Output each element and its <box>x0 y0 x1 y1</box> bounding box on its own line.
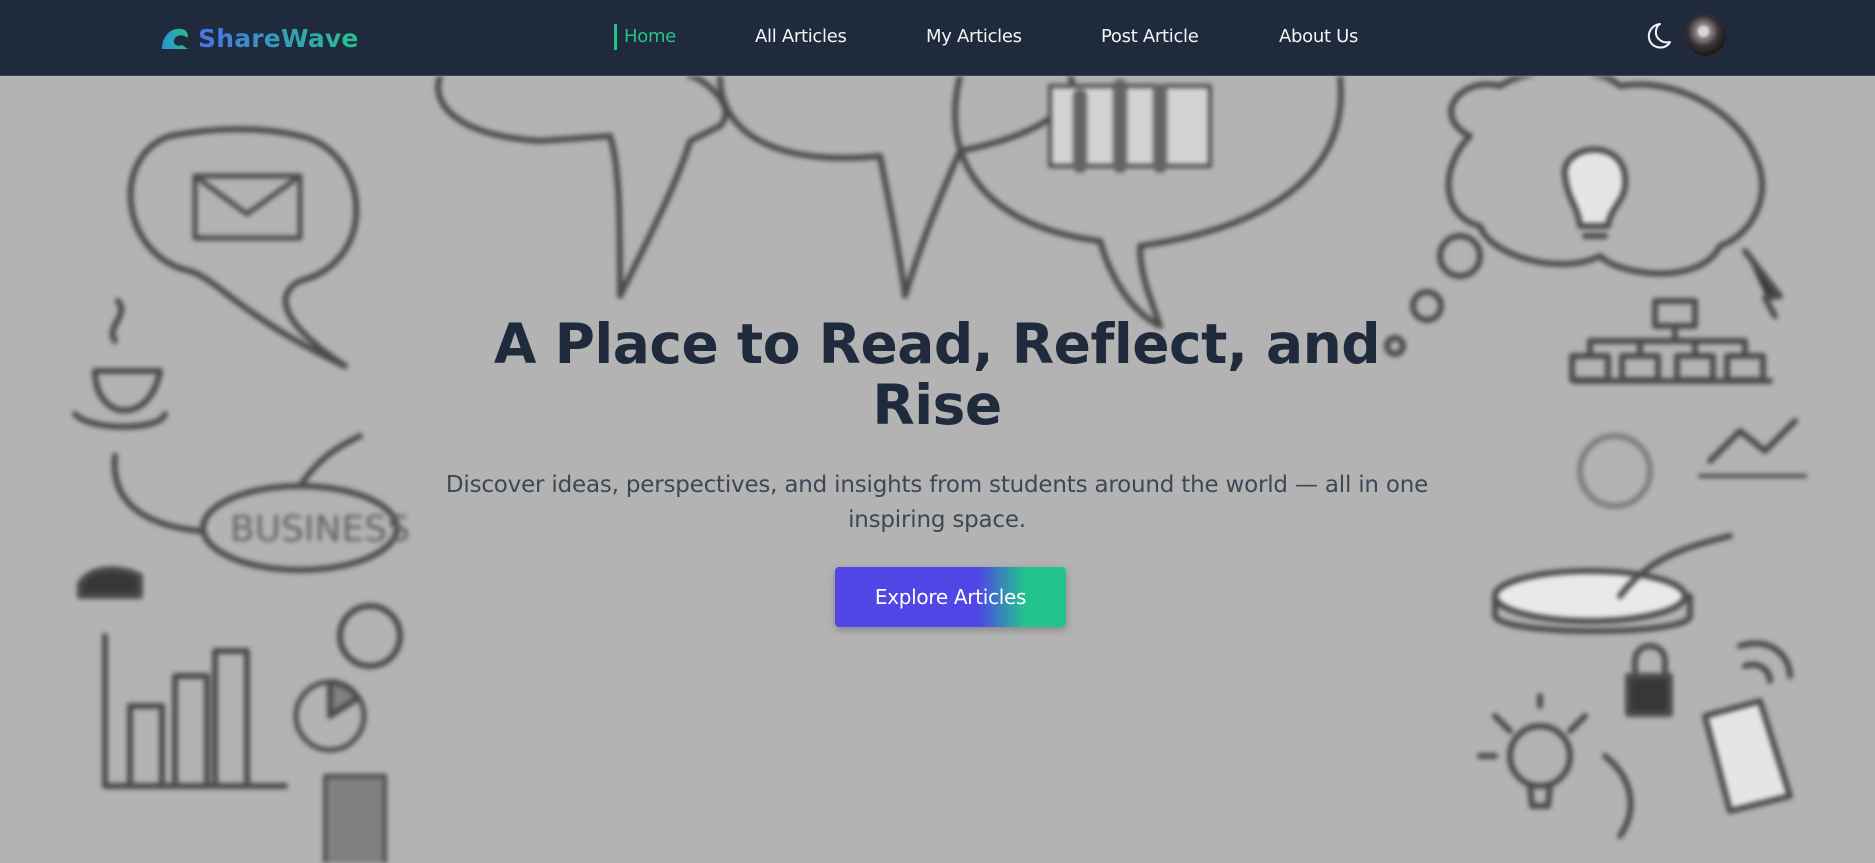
explore-articles-button[interactable]: Explore Articles <box>835 567 1066 627</box>
theme-toggle-button[interactable] <box>1643 20 1673 52</box>
svg-text:BUSINESS: BUSINESS <box>230 509 410 550</box>
nav-my-articles[interactable]: My Articles <box>926 24 1022 50</box>
brand-logo[interactable]: ShareWave <box>160 20 359 56</box>
wave-icon <box>162 28 188 49</box>
top-navbar: ShareWave Home All Articles My Articles … <box>0 0 1875 76</box>
nav-home[interactable]: Home <box>614 24 676 50</box>
brand-name: ShareWave <box>198 23 359 53</box>
hero-subtitle: Discover ideas, perspectives, and insigh… <box>445 472 1429 533</box>
moon-icon <box>1647 23 1671 49</box>
nav-all-articles[interactable]: All Articles <box>755 24 847 50</box>
nav-about-us[interactable]: About Us <box>1279 24 1358 50</box>
hero-title: A Place to Read, Reflect, and Rise <box>493 312 1381 437</box>
user-avatar[interactable] <box>1685 15 1726 56</box>
nav-post-article[interactable]: Post Article <box>1101 24 1199 50</box>
